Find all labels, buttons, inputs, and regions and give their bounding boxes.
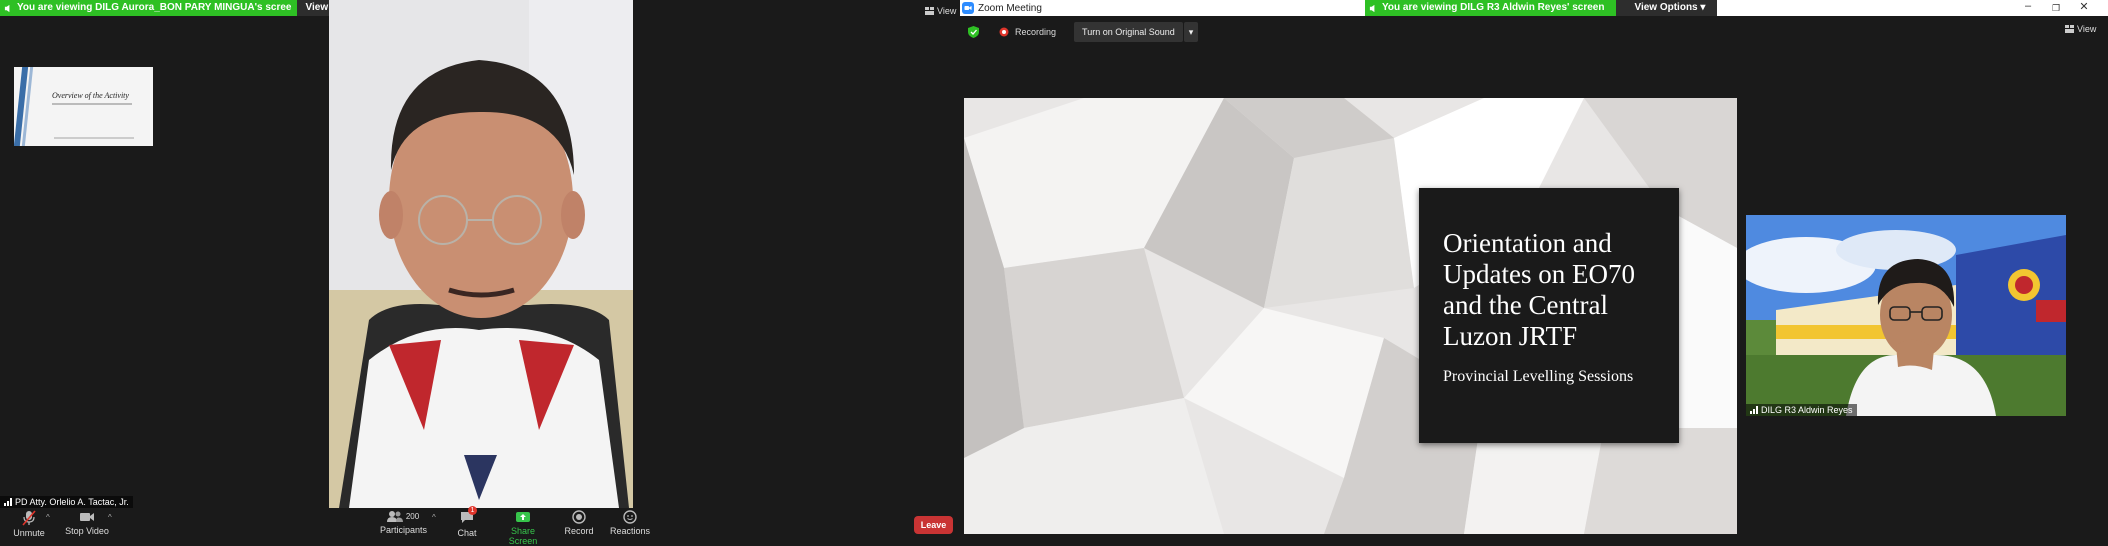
chevron-down-icon: ▾	[1700, 2, 1706, 13]
chat-button[interactable]: 1 Chat	[452, 506, 482, 538]
left-share-toolbar: You are viewing DILG Aurora_BON PARY MIN…	[0, 0, 385, 16]
unmute-button[interactable]: Unmute	[12, 510, 46, 538]
record-icon	[572, 510, 586, 524]
shield-check-icon[interactable]	[968, 26, 979, 38]
window-titlebar: Zoom Meeting You are viewing DILG R3 Ald…	[960, 0, 2108, 16]
chat-unread-badge: 1	[468, 506, 477, 515]
participants-icon	[386, 511, 403, 522]
slide-title: Orientation and Updates on EO70 and the …	[1443, 228, 1635, 351]
participant-video-frame	[1746, 215, 2066, 416]
stop-video-button[interactable]: Stop Video	[64, 510, 110, 536]
reactions-label: Reactions	[610, 526, 651, 536]
shared-screen-slide[interactable]: Orientation and Updates on EO70 and the …	[964, 98, 1737, 534]
left-share-banner: You are viewing DILG Aurora_BON PARY MIN…	[0, 0, 298, 16]
chevron-down-icon: ▾	[1188, 27, 1194, 37]
mini-slide-footer-line	[54, 137, 134, 139]
participants-count: 200	[405, 512, 420, 521]
right-view-button[interactable]: View	[2065, 24, 2096, 34]
left-view-button[interactable]: View	[925, 6, 956, 16]
left-share-banner-text: You are viewing DILG Aurora_BON PARY MIN…	[17, 2, 292, 13]
original-sound-label: Turn on Original Sound	[1082, 27, 1175, 37]
original-sound-button[interactable]: Turn on Original Sound	[1074, 22, 1183, 42]
audio-options-caret[interactable]: ^	[46, 513, 50, 522]
video-options-caret[interactable]: ^	[108, 513, 112, 522]
window-controls: – ❐ ✕	[2014, 0, 2098, 16]
recording-dot-icon	[999, 27, 1009, 37]
minimize-icon[interactable]: –	[2014, 0, 2042, 16]
right-view-label: View	[2077, 24, 2097, 34]
video-camera-icon	[80, 513, 94, 521]
close-icon[interactable]: ✕	[2070, 0, 2098, 16]
left-zoom-window: You are viewing DILG Aurora_BON PARY MIN…	[0, 0, 960, 546]
participants-options-caret[interactable]: ^	[432, 513, 436, 522]
participant-video-right[interactable]: DILG R3 Aldwin Reyes	[1746, 215, 2066, 416]
share-screen-label: Share Screen	[508, 526, 538, 546]
left-view-label: View	[937, 6, 957, 16]
right-share-banner-text: You are viewing DILG R3 Aldwin Reyes' sc…	[1382, 2, 1605, 13]
right-participant-name: DILG R3 Aldwin Reyes	[1761, 405, 1853, 415]
grid-view-icon	[2065, 25, 2074, 33]
slide-subtitle: Provincial Levelling Sessions	[1443, 368, 1634, 385]
speaker-icon	[4, 4, 10, 12]
shared-slide-thumbnail[interactable]: Overview of the Activity	[14, 67, 153, 146]
record-button[interactable]: Record	[564, 510, 594, 536]
participants-button[interactable]: 200 Participants	[380, 510, 428, 535]
leave-button[interactable]: Leave	[914, 516, 953, 534]
recording-label: Recording	[1015, 27, 1057, 37]
right-share-toolbar: You are viewing DILG R3 Aldwin Reyes' sc…	[1365, 0, 1718, 16]
chat-label: Chat	[457, 528, 477, 538]
right-view-options-label: View Options	[1634, 2, 1698, 13]
right-share-banner: You are viewing DILG R3 Aldwin Reyes' sc…	[1365, 0, 1617, 16]
grid-view-icon	[925, 7, 934, 15]
signal-strength-icon	[4, 498, 12, 506]
restore-icon[interactable]: ❐	[2042, 0, 2070, 16]
participant-name: PD Atty. Orlelio A. Tactac, Jr.	[15, 497, 129, 507]
record-label: Record	[564, 526, 594, 536]
unmute-label: Unmute	[13, 528, 45, 538]
slide-title-card: Orientation and Updates on EO70 and the …	[1419, 188, 1679, 443]
share-screen-icon	[516, 512, 530, 522]
participant-name-tag: PD Atty. Orlelio A. Tactac, Jr.	[0, 496, 133, 508]
meeting-status-bar: Recording Turn on Original Sound ▾	[968, 22, 1199, 42]
right-zoom-window: Zoom Meeting You are viewing DILG R3 Ald…	[960, 0, 2108, 541]
reactions-button[interactable]: Reactions	[610, 510, 650, 536]
zoom-logo-icon	[962, 2, 974, 14]
participant-video-left[interactable]	[329, 0, 633, 508]
participants-label: Participants	[380, 525, 428, 535]
speaker-icon	[1369, 4, 1375, 12]
original-sound-dropdown[interactable]: ▾	[1183, 22, 1199, 42]
microphone-muted-icon	[22, 510, 36, 526]
signal-strength-icon	[1750, 406, 1758, 414]
smiley-plus-icon	[623, 510, 637, 524]
mini-slide-title: Overview of the Activity	[52, 91, 129, 100]
window-title-group: Zoom Meeting	[962, 2, 1042, 14]
leave-label: Leave	[920, 520, 947, 530]
participant-video-frame	[329, 0, 633, 508]
stop-video-label: Stop Video	[65, 526, 109, 536]
window-title: Zoom Meeting	[978, 2, 1042, 14]
right-participant-name-tag: DILG R3 Aldwin Reyes	[1746, 404, 1857, 416]
mini-slide-text-line	[52, 103, 132, 105]
right-view-options-button[interactable]: View Options ▾	[1616, 0, 1718, 16]
